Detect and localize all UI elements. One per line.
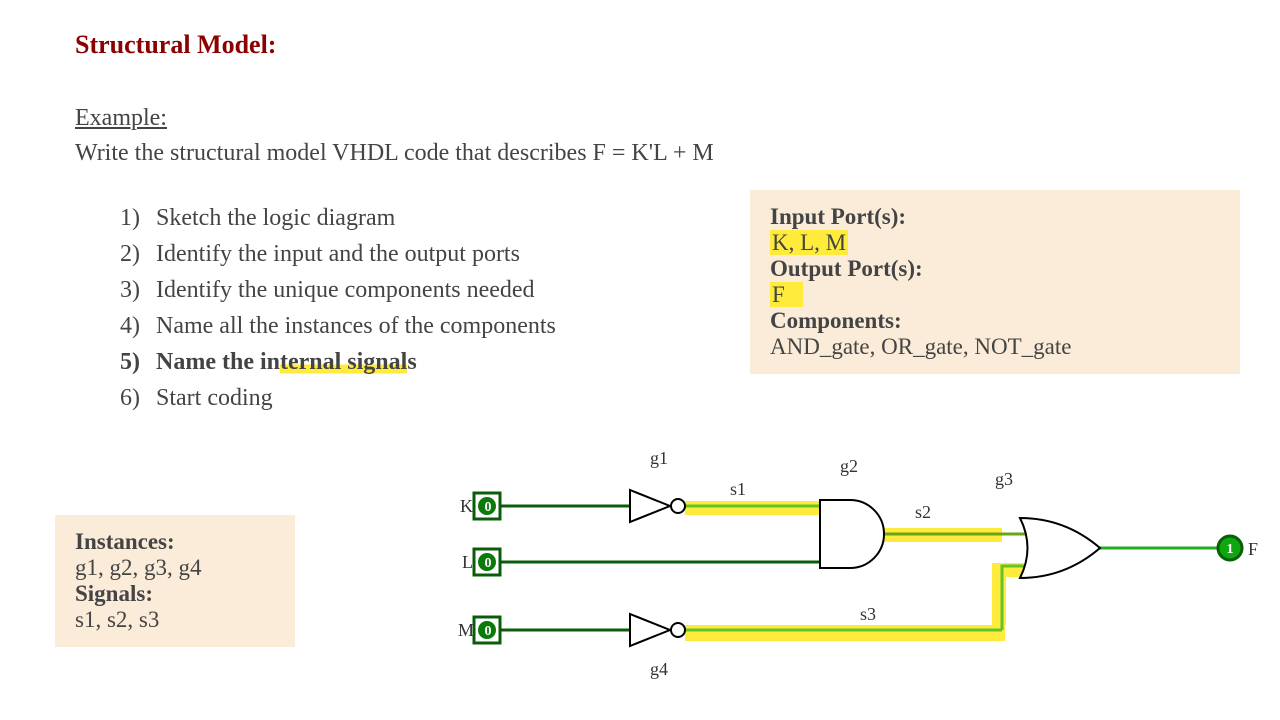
step-5-num: 5) <box>120 344 156 380</box>
step-2-text: Identify the input and the output ports <box>156 241 520 267</box>
instances-box: Instances: g1, g2, g3, g4 Signals: s1, s… <box>55 515 295 647</box>
steps-list: 1)Sketch the logic diagram 2)Identify th… <box>120 200 556 416</box>
step-6-num: 6) <box>120 380 156 416</box>
step-3-text: Identify the unique components needed <box>156 277 535 303</box>
gate-g2-label: g2 <box>840 456 858 476</box>
gate-g3-label: g3 <box>995 469 1013 489</box>
signals-heading: Signals: <box>75 581 275 607</box>
output-f-value: 1 <box>1227 542 1234 557</box>
gate-g1-label: g1 <box>650 448 668 468</box>
ports-box: Input Port(s): K, L, M Output Port(s): F… <box>750 190 1240 374</box>
output-f-label: F <box>1248 539 1258 559</box>
step-1-text: Sketch the logic diagram <box>156 205 395 231</box>
input-ports-heading: Input Port(s): <box>770 204 1220 230</box>
step-6-text: Start coding <box>156 385 273 411</box>
signal-s1-label: s1 <box>730 479 746 499</box>
gate-g4-label: g4 <box>650 659 668 679</box>
step-4-text: Name all the instances of the components <box>156 313 556 339</box>
example-label: Example: <box>75 105 167 132</box>
input-k-label: K <box>460 496 473 516</box>
instances-value: g1, g2, g3, g4 <box>75 555 275 581</box>
signals-value: s1, s2, s3 <box>75 607 275 633</box>
step-4-num: 4) <box>120 308 156 344</box>
input-k-value: 0 <box>485 500 492 515</box>
step-1-num: 1) <box>120 200 156 236</box>
signal-s2-label: s2 <box>915 502 931 522</box>
input-ports-value: K, L, M <box>770 230 848 255</box>
step-5-text-a: Name the in <box>156 349 280 375</box>
step-3-num: 3) <box>120 272 156 308</box>
input-m-label: M <box>458 620 474 640</box>
input-l-label: L <box>462 552 473 572</box>
step-2-num: 2) <box>120 236 156 272</box>
step-5-text-c: s <box>407 349 416 375</box>
signal-s3-label: s3 <box>860 604 876 624</box>
instances-heading: Instances: <box>75 529 275 555</box>
section-title: Structural Model: <box>75 30 276 60</box>
components-heading: Components: <box>770 308 1220 334</box>
output-ports-heading: Output Port(s): <box>770 256 1220 282</box>
input-l-value: 0 <box>485 556 492 571</box>
components-value: AND_gate, OR_gate, NOT_gate <box>770 334 1220 360</box>
logic-diagram: 0 K 0 L 0 M g1 g4 g2 g3 1 F s1 s2 s3 <box>440 440 1260 710</box>
output-ports-value: F <box>770 282 803 307</box>
task-prompt: Write the structural model VHDL code tha… <box>75 140 714 167</box>
step-5-text-b: ternal signal <box>280 349 407 375</box>
input-m-value: 0 <box>485 624 492 639</box>
